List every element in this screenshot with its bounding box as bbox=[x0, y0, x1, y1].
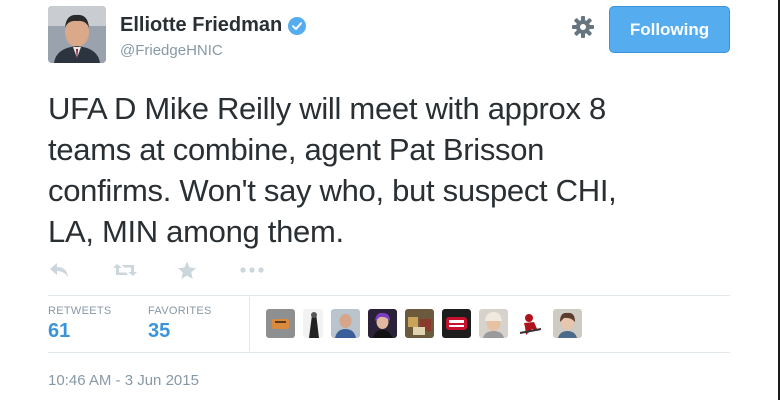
author-name[interactable]: Elliotte Friedman bbox=[120, 14, 307, 37]
author-name-text[interactable]: Elliotte Friedman bbox=[120, 14, 282, 37]
favorites-label: FAVORITES bbox=[148, 305, 212, 317]
favorites-count[interactable]: 35 bbox=[148, 320, 212, 343]
favoriter-avatar[interactable] bbox=[442, 309, 471, 338]
favoriter-avatar[interactable] bbox=[479, 309, 508, 338]
divider bbox=[48, 295, 730, 296]
author-avatar[interactable] bbox=[48, 6, 106, 63]
retweet-icon[interactable] bbox=[112, 258, 138, 282]
retweets-label: RETWEETS bbox=[48, 305, 112, 317]
tweet-actions bbox=[48, 258, 264, 282]
tweet-line: teams at combine, agent Pat Brisson bbox=[48, 132, 545, 167]
tweet-line: UFA D Mike Reilly will meet with approx … bbox=[48, 91, 606, 126]
favoriter-avatar[interactable] bbox=[266, 309, 295, 338]
verified-badge-icon bbox=[288, 16, 307, 35]
retweets-count[interactable]: 61 bbox=[48, 320, 112, 343]
favoriter-avatars bbox=[266, 309, 590, 338]
favoriter-avatar[interactable] bbox=[368, 309, 397, 338]
following-button[interactable]: Following bbox=[609, 6, 730, 53]
favorite-icon[interactable] bbox=[176, 258, 198, 282]
more-icon[interactable] bbox=[240, 258, 264, 282]
reply-icon[interactable] bbox=[48, 258, 70, 282]
favorites-stat[interactable]: FAVORITES 35 bbox=[148, 305, 212, 343]
gear-icon[interactable] bbox=[571, 15, 595, 39]
favoriter-avatar[interactable] bbox=[405, 309, 434, 338]
author-handle[interactable]: @FriedgeHNIC bbox=[120, 42, 223, 59]
tweet-text: UFA D Mike Reilly will meet with approx … bbox=[48, 88, 738, 252]
favoriter-avatar[interactable] bbox=[516, 309, 545, 338]
divider bbox=[48, 352, 730, 353]
tweet-timestamp[interactable]: 10:46 AM - 3 Jun 2015 bbox=[48, 372, 199, 389]
favoriter-avatar[interactable] bbox=[331, 309, 360, 338]
favoriter-avatar[interactable] bbox=[553, 309, 582, 338]
favoriter-avatar[interactable] bbox=[303, 309, 323, 338]
tweet-line: confirms. Won't say who, but suspect CHI… bbox=[48, 173, 617, 208]
retweets-stat[interactable]: RETWEETS 61 bbox=[48, 305, 112, 343]
stats-divider bbox=[249, 297, 250, 351]
tweet-line: LA, MIN among them. bbox=[48, 214, 344, 249]
